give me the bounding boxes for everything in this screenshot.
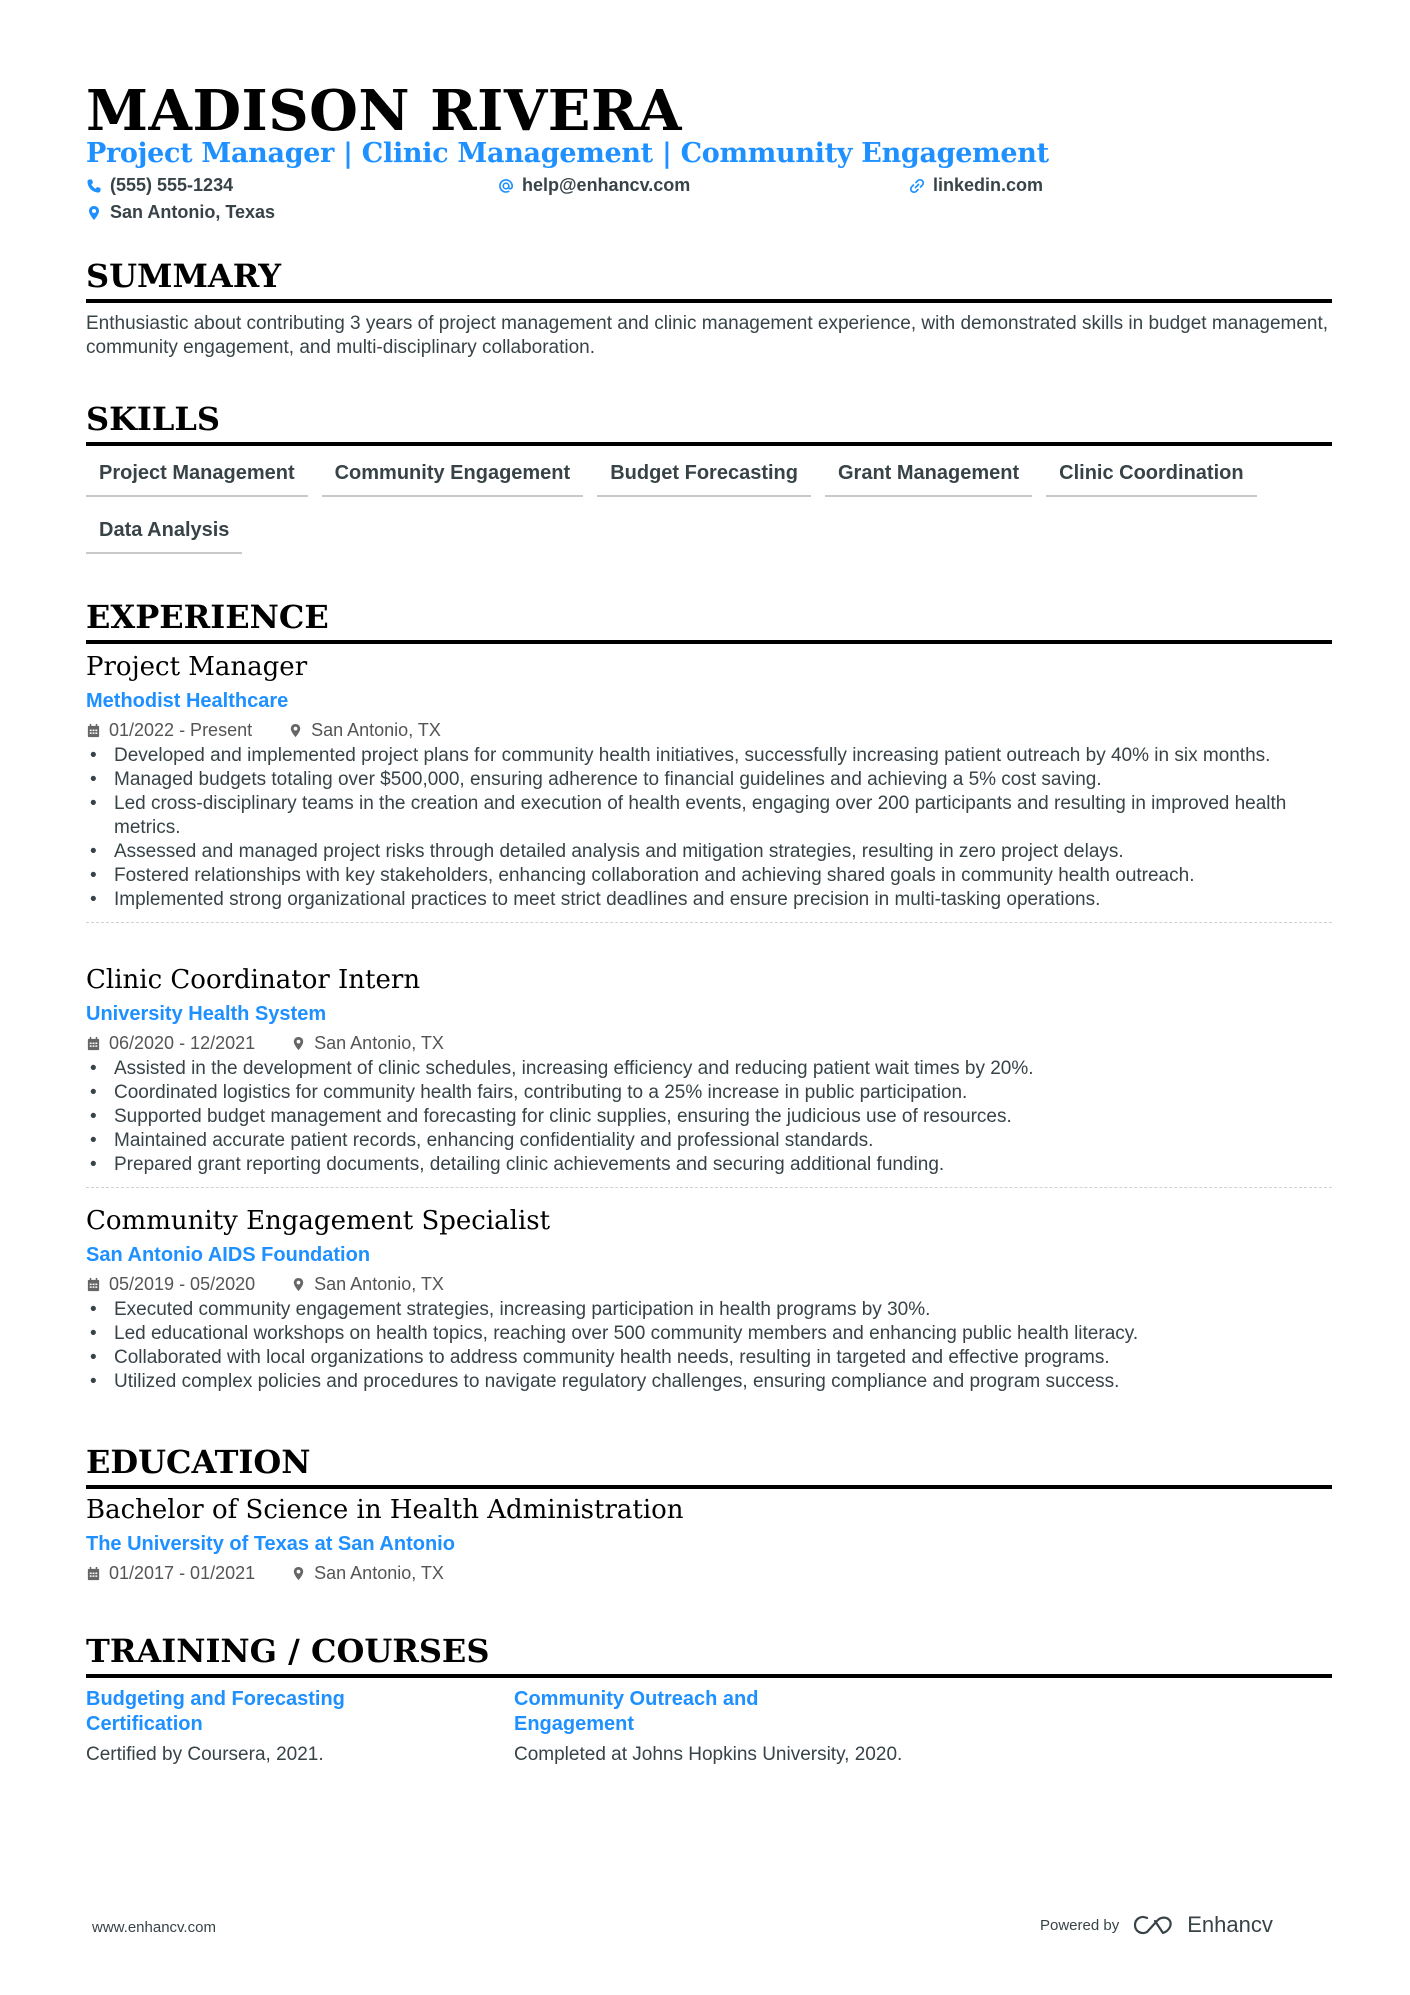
bullet-item: Utilized complex policies and procedures… bbox=[86, 1370, 1332, 1394]
job-meta: 05/2019 - 05/2020 San Antonio, TX bbox=[86, 1272, 1332, 1296]
bullet-item: Implemented strong organizational practi… bbox=[86, 888, 1332, 912]
location-text: San Antonio, Texas bbox=[110, 202, 276, 222]
skills-heading: SKILLS bbox=[86, 398, 1332, 446]
job-title: Community Engagement Specialist bbox=[86, 1206, 551, 1236]
school-name: The University of Texas at San Antonio bbox=[86, 1533, 455, 1555]
bullet-item: Maintained accurate patient records, enh… bbox=[86, 1129, 1332, 1153]
location-pin-icon bbox=[89, 205, 99, 220]
education-dates: 01/2017 - 01/2021 bbox=[109, 1563, 256, 1583]
powered-by-label: Powered by bbox=[1040, 1916, 1120, 1934]
skill-tag: Community Engagement bbox=[321, 458, 584, 497]
course-desc: Completed at Johns Hopkins University, 2… bbox=[514, 1744, 903, 1765]
job-dates: 06/2020 - 12/2021 bbox=[109, 1033, 256, 1053]
email-text[interactable]: help@enhancv.com bbox=[522, 175, 690, 196]
summary-heading: SUMMARY bbox=[86, 255, 1332, 303]
job-entry: Community Engagement Specialist San Anto… bbox=[86, 1204, 1332, 1394]
contact-email[interactable]: help@enhancv.com bbox=[498, 175, 690, 196]
course-title: Community Outreach and Engagement bbox=[514, 1688, 759, 1735]
bullet-item: Prepared grant reporting documents, deta… bbox=[86, 1153, 1332, 1177]
skill-tag: Grant Management bbox=[824, 458, 1033, 497]
location-pin-icon bbox=[293, 1566, 304, 1580]
bullet-item: Coordinated logistics for community heal… bbox=[86, 1081, 1332, 1105]
job-dates: 01/2022 - Present bbox=[109, 720, 253, 740]
brand-name: Enhancv bbox=[1187, 1912, 1273, 1937]
calendar-icon bbox=[87, 723, 100, 737]
course-entry: Community Outreach and Engagement Comple… bbox=[514, 1687, 902, 1767]
experience-heading: EXPERIENCE bbox=[86, 596, 1332, 644]
contact-phone: (555) 555-1234 bbox=[86, 175, 233, 196]
bullet-item: Executed community engagement strategies… bbox=[86, 1298, 1332, 1322]
bullet-item: Managed budgets totaling over $500,000, … bbox=[86, 768, 1332, 792]
link-icon bbox=[909, 178, 925, 193]
job-meta: 01/2022 - Present San Antonio, TX bbox=[86, 718, 1332, 742]
bullet-item: Assisted in the development of clinic sc… bbox=[86, 1057, 1332, 1081]
company-name: San Antonio AIDS Foundation bbox=[86, 1244, 371, 1266]
location-pin-icon bbox=[293, 1036, 304, 1050]
skill-tag: Budget Forecasting bbox=[597, 458, 811, 497]
skills-list: Project Management Community Engagement … bbox=[86, 458, 1332, 554]
bullet-item: Led educational workshops on health topi… bbox=[86, 1322, 1332, 1346]
skill-tag: Data Analysis bbox=[86, 515, 243, 554]
contact-location: San Antonio, Texas bbox=[86, 202, 275, 223]
calendar-icon bbox=[87, 1036, 100, 1050]
bullet-item: Fostered relationships with key stakehol… bbox=[86, 864, 1332, 888]
job-title: Clinic Coordinator Intern bbox=[86, 965, 421, 995]
education-meta: 01/2017 - 01/2021 San Antonio, TX bbox=[86, 1561, 1332, 1585]
job-bullets: Executed community engagement strategies… bbox=[86, 1298, 1332, 1394]
job-title: Project Manager bbox=[86, 652, 308, 682]
job-entry: Project Manager Methodist Healthcare 01/… bbox=[86, 650, 1332, 923]
job-meta: 06/2020 - 12/2021 San Antonio, TX bbox=[86, 1031, 1332, 1055]
divider bbox=[86, 1187, 1332, 1188]
skill-tag: Clinic Coordination bbox=[1046, 458, 1257, 497]
company-name: University Health System bbox=[86, 1003, 327, 1025]
education-location: San Antonio, TX bbox=[314, 1563, 444, 1583]
linkedin-text[interactable]: linkedin.com bbox=[933, 175, 1043, 196]
at-icon bbox=[499, 178, 514, 193]
enhancv-logo[interactable]: Enhancv bbox=[1133, 1912, 1273, 1938]
bullet-item: Led cross-disciplinary teams in the crea… bbox=[86, 792, 1332, 840]
phone-icon bbox=[87, 179, 101, 192]
job-bullets: Developed and implemented project plans … bbox=[86, 744, 1332, 912]
bullet-item: Supported budget management and forecast… bbox=[86, 1105, 1332, 1129]
job-bullets: Assisted in the development of clinic sc… bbox=[86, 1057, 1332, 1177]
course-desc: Certified by Coursera, 2021. bbox=[86, 1744, 324, 1765]
training-heading: TRAINING / COURSES bbox=[86, 1630, 1332, 1678]
course-entry: Budgeting and Forecasting Certification … bbox=[86, 1687, 466, 1767]
bullet-item: Collaborated with local organizations to… bbox=[86, 1346, 1332, 1370]
skill-tag: Project Management bbox=[86, 458, 308, 497]
enhancv-logo-icon bbox=[1134, 1915, 1172, 1935]
course-title: Budgeting and Forecasting Certification bbox=[86, 1688, 345, 1735]
calendar-icon bbox=[87, 1277, 100, 1291]
bullet-item: Developed and implemented project plans … bbox=[86, 744, 1332, 768]
job-entry: Clinic Coordinator Intern University Hea… bbox=[86, 963, 1332, 1188]
footer-website[interactable]: www.enhancv.com bbox=[92, 1919, 216, 1936]
headline: Project Manager | Clinic Management | Co… bbox=[86, 138, 1049, 169]
job-dates: 05/2019 - 05/2020 bbox=[109, 1274, 256, 1294]
contact-linkedin[interactable]: linkedin.com bbox=[909, 175, 1043, 196]
divider bbox=[86, 922, 1332, 923]
education-heading: EDUCATION bbox=[86, 1441, 1332, 1489]
education-entry: Bachelor of Science in Health Administra… bbox=[86, 1493, 1332, 1585]
degree-title: Bachelor of Science in Health Administra… bbox=[86, 1495, 684, 1525]
location-pin-icon bbox=[290, 723, 301, 737]
location-pin-icon bbox=[293, 1277, 304, 1291]
phone-text: (555) 555-1234 bbox=[110, 175, 234, 195]
company-name: Methodist Healthcare bbox=[86, 690, 289, 712]
job-location: San Antonio, TX bbox=[314, 1274, 444, 1294]
candidate-name: MADISON RIVERA bbox=[86, 78, 682, 144]
summary-text: Enthusiastic about contributing 3 years … bbox=[86, 313, 1329, 358]
calendar-icon bbox=[87, 1566, 100, 1580]
job-location: San Antonio, TX bbox=[311, 720, 441, 740]
job-location: San Antonio, TX bbox=[314, 1033, 444, 1053]
bullet-item: Assessed and managed project risks throu… bbox=[86, 840, 1332, 864]
footer-powered: Powered by Enhancv bbox=[1040, 1912, 1273, 1938]
